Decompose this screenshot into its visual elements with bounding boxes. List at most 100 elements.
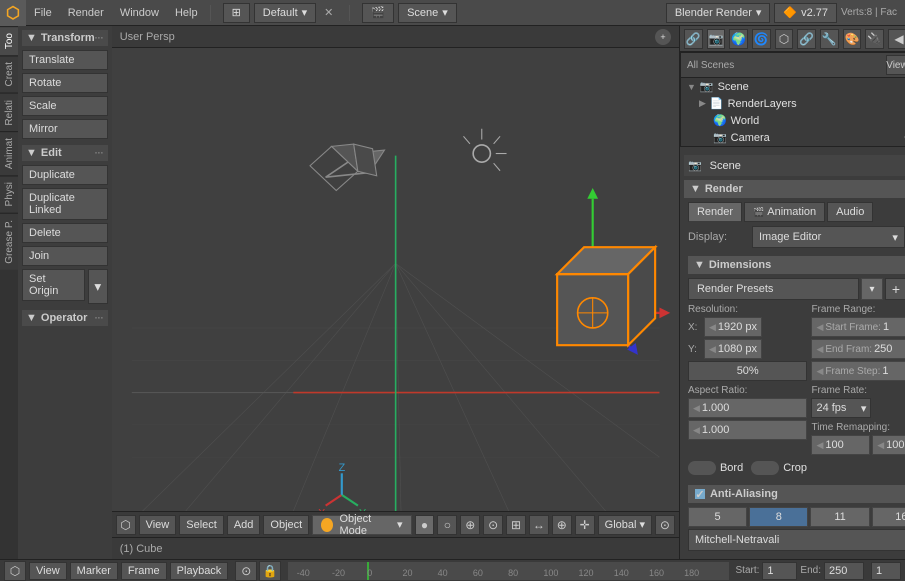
tab-relations[interactable]: Relati [0, 93, 18, 132]
select-btn[interactable]: Select [179, 515, 224, 535]
tab-physics[interactable]: Physi [0, 175, 18, 212]
time-old-field[interactable]: ◀ 100 [811, 435, 870, 455]
aspect-y-field[interactable]: ◀ 1.000 [688, 420, 808, 440]
icon-pivot[interactable]: ⊕ [552, 515, 572, 535]
playback-btn[interactable]: Playback [170, 562, 229, 580]
viewport-canvas[interactable]: X Y Z [112, 48, 679, 511]
shading-tex[interactable]: ⊕ [460, 515, 480, 535]
render-section-header[interactable]: ▼ Render ··· [684, 180, 905, 198]
end-input[interactable]: 250 [824, 562, 864, 580]
bord-switch[interactable] [688, 461, 716, 475]
view-btn[interactable]: View [139, 515, 177, 535]
set-origin-arrow[interactable]: ▾ [88, 269, 108, 304]
right-icon-mesh[interactable]: ⬡ [775, 29, 794, 49]
transform-header[interactable]: ▼ Transform ··· [22, 30, 108, 46]
end-frame-field[interactable]: ◀ End Fram: 250 [811, 339, 905, 359]
presets-add[interactable]: + [885, 278, 905, 300]
add-btn[interactable]: Add [227, 515, 261, 535]
aa-val-8[interactable]: 8 [749, 507, 808, 527]
presets-btn[interactable]: Render Presets [688, 278, 859, 300]
nav-back[interactable]: ◀ [888, 29, 905, 49]
engine-dropdown[interactable]: Blender Render▾ [666, 3, 771, 23]
viewport-icon-btn[interactable]: ⬡ [116, 515, 136, 535]
icon-move[interactable]: ↔ [529, 515, 549, 535]
display-dropdown[interactable]: Image Editor ▾ [752, 226, 905, 248]
aa-val-16[interactable]: 16 [872, 507, 905, 527]
render-tab-audio[interactable]: Audio [827, 202, 873, 222]
tab-create[interactable]: Creat [0, 55, 18, 92]
right-icon-link[interactable]: 🔗 [684, 29, 703, 49]
current-frame-input[interactable]: 1 [871, 562, 901, 580]
presets-expand[interactable]: ▾ [861, 278, 883, 300]
layout-grid-icon[interactable]: ⊞ [223, 3, 250, 23]
right-icon-particle[interactable]: 🎨 [843, 29, 862, 49]
lock-icon[interactable]: 🔒 [259, 561, 281, 581]
icon-proportional[interactable]: ⊙ [655, 515, 675, 535]
scale-btn[interactable]: Scale [22, 96, 108, 116]
icon-snap[interactable]: ⊞ [506, 515, 526, 535]
right-icon-tex[interactable]: 🔧 [820, 29, 839, 49]
timeline-track[interactable]: -40 -20 0 20 40 60 80 100 120 140 160 18… [288, 562, 728, 580]
tree-renderlayers[interactable]: ▶ 📄 RenderLayers 👁 [693, 95, 905, 112]
operator-header[interactable]: ▼ Operator ··· [22, 310, 108, 326]
object-btn[interactable]: Object [263, 515, 309, 535]
time-new-field[interactable]: ◀ 100 [872, 435, 905, 455]
dimensions-header[interactable]: ▼ Dimensions ··· [688, 256, 905, 274]
edit-header[interactable]: ▼ Edit ··· [22, 145, 108, 161]
tree-scene[interactable]: ▼ 📷 Scene [681, 78, 905, 95]
global-dropdown[interactable]: Global▾ [598, 515, 652, 535]
scene-icon[interactable]: 🎬 [362, 3, 394, 23]
mode-dropdown[interactable]: Object Mode▾ [312, 515, 411, 535]
plus-layout[interactable]: ✕ [320, 6, 337, 19]
aa-val-11[interactable]: 11 [810, 507, 869, 527]
start-frame-field[interactable]: ◀ Start Frame: 1 [811, 317, 905, 337]
tab-grease[interactable]: Grease P. [0, 213, 18, 270]
right-icon-obj[interactable]: 🌀 [752, 29, 771, 49]
right-icon-constraint[interactable]: 🔌 [865, 29, 884, 49]
fps-dropdown[interactable]: 24 fps ▾ [811, 398, 871, 418]
timeline-icon[interactable]: ⬡ [4, 561, 26, 581]
icon-manip[interactable]: ✛ [575, 515, 595, 535]
right-icon-scene[interactable]: 📷 [707, 29, 726, 49]
start-input[interactable]: 1 [762, 562, 797, 580]
scene-dropdown[interactable]: Scene▾ [398, 3, 457, 23]
rotate-btn[interactable]: Rotate [22, 73, 108, 93]
render-tab-render[interactable]: Render [688, 202, 742, 222]
tree-camera[interactable]: 📷 Camera 👁 ▶ [693, 129, 905, 146]
aspect-x-field[interactable]: ◀ 1.000 [688, 398, 808, 418]
delete-btn[interactable]: Delete [22, 223, 108, 243]
translate-btn[interactable]: Translate [22, 50, 108, 70]
frame-btn[interactable]: Frame [121, 562, 167, 580]
view-timeline-btn[interactable]: View [29, 562, 67, 580]
menu-file[interactable]: File [26, 0, 60, 25]
frame-step-field[interactable]: ◀ Frame Step: 1 [811, 361, 905, 381]
set-origin-btn[interactable]: Set Origin [22, 269, 85, 301]
shading-wire[interactable]: ○ [437, 515, 457, 535]
tab-tools[interactable]: Too [0, 26, 18, 55]
join-btn[interactable]: Join [22, 246, 108, 266]
layout-dropdown[interactable]: Default▾ [254, 3, 316, 23]
aa-header[interactable]: ✓ Anti-Aliasing ··· [688, 485, 905, 503]
tree-all-scenes[interactable]: All Scenes [687, 60, 734, 71]
menu-help[interactable]: Help [167, 0, 206, 25]
crop-switch[interactable] [751, 461, 779, 475]
right-icon-mat[interactable]: 🔗 [797, 29, 816, 49]
tree-view-btn[interactable]: View [886, 55, 905, 75]
play-icon[interactable]: ⊙ [235, 561, 257, 581]
viewport-add-btn[interactable]: + [655, 29, 671, 45]
tree-world[interactable]: 🌍 World [693, 112, 905, 129]
res-percent-field[interactable]: 50% [688, 361, 808, 381]
res-y-field[interactable]: ◀ 1080 px [704, 339, 762, 359]
res-x-field[interactable]: ◀ 1920 px [704, 317, 762, 337]
right-icon-world[interactable]: 🌍 [729, 29, 748, 49]
tab-animation[interactable]: Animat [0, 131, 18, 175]
aa-checkbox[interactable]: ✓ [694, 488, 706, 500]
blender-logo[interactable]: ⬡ [0, 0, 26, 26]
shading-solid[interactable]: ● [415, 515, 435, 535]
menu-render[interactable]: Render [60, 0, 112, 25]
menu-window[interactable]: Window [112, 0, 167, 25]
aa-filter-dropdown[interactable]: Mitchell-Netravali ▾ [688, 529, 905, 551]
aa-val-5[interactable]: 5 [688, 507, 747, 527]
shading-mat[interactable]: ⊙ [483, 515, 503, 535]
marker-btn[interactable]: Marker [70, 562, 118, 580]
